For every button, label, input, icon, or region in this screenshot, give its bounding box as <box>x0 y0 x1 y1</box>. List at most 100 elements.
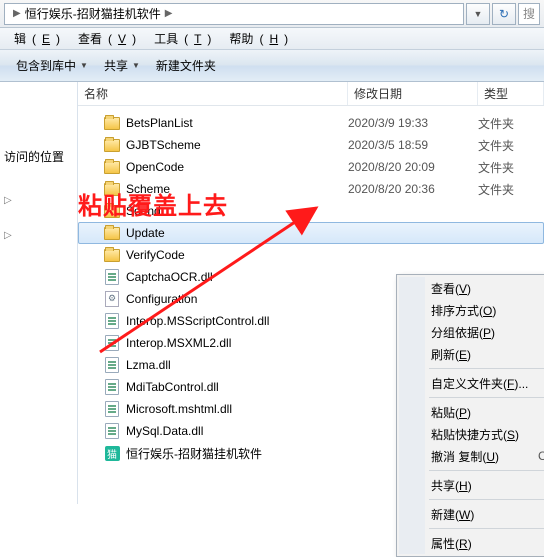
file-row[interactable]: Scheme2020/8/20 20:36文件夹 <box>78 178 544 200</box>
menu-bar: 辑(E) 查看(V) 工具(T) 帮助(H) <box>0 28 544 50</box>
file-row[interactable]: Update <box>78 222 544 244</box>
ctx-paste-shortcut[interactable]: 粘贴快捷方式(S) <box>399 423 544 445</box>
file-name: Lzma.dll <box>126 358 348 372</box>
file-name: GJBTScheme <box>126 138 348 152</box>
cmd-new-folder[interactable]: 新建文件夹 <box>148 54 224 77</box>
navigation-pane[interactable]: 访问的位置 ▷ ▷ <box>0 82 78 504</box>
shortcut-label: Ctrl+Z <box>538 449 544 463</box>
menu-view[interactable]: 查看(V) <box>66 28 142 49</box>
triangle-right-icon: ▷ <box>4 195 14 206</box>
search-box[interactable]: 搜 <box>518 3 540 25</box>
file-name: 恒行娱乐-招财猫挂机软件 <box>126 445 348 462</box>
file-name: VerifyCode <box>126 248 348 262</box>
nav-recent-places[interactable]: 访问的位置 <box>2 146 75 167</box>
ctx-view[interactable]: 查看(V)▶ <box>399 277 544 299</box>
dll-file-icon <box>104 401 120 417</box>
cmd-share[interactable]: 共享▼ <box>96 54 148 77</box>
dll-file-icon <box>104 423 120 439</box>
folder-icon <box>104 247 120 263</box>
nav-collapsed-item[interactable]: ▷ <box>2 228 75 243</box>
file-name: MdiTabControl.dll <box>126 380 348 394</box>
search-placeholder: 搜 <box>523 5 535 22</box>
main-area: 访问的位置 ▷ ▷ 名称 修改日期 类型 BetsPlanList2020/3/… <box>0 82 544 504</box>
folder-icon <box>104 137 120 153</box>
file-name: Update <box>126 226 348 240</box>
file-type: 文件夹 <box>478 181 514 198</box>
file-name: Sound <box>126 204 348 218</box>
ctx-paste[interactable]: 粘贴(P) <box>399 401 544 423</box>
separator <box>429 470 544 471</box>
dll-file-icon <box>104 269 120 285</box>
file-name: Interop.MSXML2.dll <box>126 336 348 350</box>
recent-places-label: 访问的位置 <box>4 148 64 165</box>
file-row[interactable]: BetsPlanList2020/3/9 19:33文件夹 <box>78 112 544 134</box>
breadcrumb[interactable]: ▶ 恒行娱乐-招财猫挂机软件 ▶ <box>4 3 464 25</box>
file-name: OpenCode <box>126 160 348 174</box>
ctx-new[interactable]: 新建(W)▶ <box>399 503 544 525</box>
file-type: 文件夹 <box>478 137 514 154</box>
dropdown-history-button[interactable]: ▼ <box>466 3 490 25</box>
menu-edit[interactable]: 辑(E) <box>2 28 66 49</box>
dll-file-icon <box>104 335 120 351</box>
chevron-down-icon: ▼ <box>132 61 140 70</box>
file-name: CaptchaOCR.dll <box>126 270 348 284</box>
chevron-right-icon: ▶ <box>165 8 173 19</box>
config-file-icon <box>104 291 120 307</box>
ctx-customize-folder[interactable]: 自定义文件夹(F)... <box>399 372 544 394</box>
command-bar: 包含到库中▼ 共享▼ 新建文件夹 <box>0 50 544 82</box>
separator <box>429 397 544 398</box>
separator <box>429 368 544 369</box>
separator <box>429 499 544 500</box>
file-date: 2020/3/9 19:33 <box>348 116 478 130</box>
refresh-icon: ↻ <box>499 7 509 21</box>
col-date[interactable]: 修改日期 <box>348 82 478 105</box>
folder-icon <box>104 115 120 131</box>
context-menu: 查看(V)▶ 排序方式(O)▶ 分组依据(P)▶ 刷新(E) 自定义文件夹(F)… <box>396 274 544 557</box>
file-name: Configuration <box>126 292 348 306</box>
file-row[interactable]: GJBTScheme2020/3/5 18:59文件夹 <box>78 134 544 156</box>
chevron-down-icon: ▼ <box>474 9 483 19</box>
ctx-properties[interactable]: 属性(R) <box>399 532 544 554</box>
address-bar: ▶ 恒行娱乐-招财猫挂机软件 ▶ ▼ ↻ 搜 <box>0 0 544 28</box>
cmd-include-in-library[interactable]: 包含到库中▼ <box>8 54 96 77</box>
breadcrumb-folder: 恒行娱乐-招财猫挂机软件 <box>25 5 161 22</box>
file-type: 文件夹 <box>478 159 514 176</box>
file-name: BetsPlanList <box>126 116 348 130</box>
file-row[interactable]: Sound <box>78 200 544 222</box>
file-name: Scheme <box>126 182 348 196</box>
ctx-sort[interactable]: 排序方式(O)▶ <box>399 299 544 321</box>
file-date: 2020/8/20 20:36 <box>348 182 478 196</box>
chevron-right-icon: ▶ <box>13 8 21 19</box>
ctx-refresh[interactable]: 刷新(E) <box>399 343 544 365</box>
file-name: Microsoft.mshtml.dll <box>126 402 348 416</box>
file-list-pane: 名称 修改日期 类型 BetsPlanList2020/3/9 19:33文件夹… <box>78 82 544 504</box>
separator <box>429 528 544 529</box>
triangle-right-icon: ▷ <box>4 230 14 241</box>
folder-icon <box>104 181 120 197</box>
file-type: 文件夹 <box>478 115 514 132</box>
folder-icon <box>104 159 120 175</box>
folder-icon <box>104 225 120 241</box>
column-headers: 名称 修改日期 类型 <box>78 82 544 106</box>
col-name[interactable]: 名称 <box>78 82 348 105</box>
application-icon: 猫 <box>104 445 120 461</box>
col-type[interactable]: 类型 <box>478 82 544 105</box>
dll-file-icon <box>104 357 120 373</box>
chevron-down-icon: ▼ <box>80 61 88 70</box>
menu-tools[interactable]: 工具(T) <box>142 28 217 49</box>
file-row[interactable]: OpenCode2020/8/20 20:09文件夹 <box>78 156 544 178</box>
file-date: 2020/3/5 18:59 <box>348 138 478 152</box>
folder-icon <box>104 203 120 219</box>
file-row[interactable]: VerifyCode <box>78 244 544 266</box>
file-name: MySql.Data.dll <box>126 424 348 438</box>
dll-file-icon <box>104 379 120 395</box>
nav-collapsed-item[interactable]: ▷ <box>2 193 75 208</box>
ctx-share-with[interactable]: 共享(H)▶ <box>399 474 544 496</box>
ctx-group[interactable]: 分组依据(P)▶ <box>399 321 544 343</box>
refresh-button[interactable]: ↻ <box>492 3 516 25</box>
file-date: 2020/8/20 20:09 <box>348 160 478 174</box>
menu-help[interactable]: 帮助(H) <box>217 28 294 49</box>
file-name: Interop.MSScriptControl.dll <box>126 314 348 328</box>
dll-file-icon <box>104 313 120 329</box>
ctx-undo[interactable]: 撤消 复制(U)Ctrl+Z <box>399 445 544 467</box>
